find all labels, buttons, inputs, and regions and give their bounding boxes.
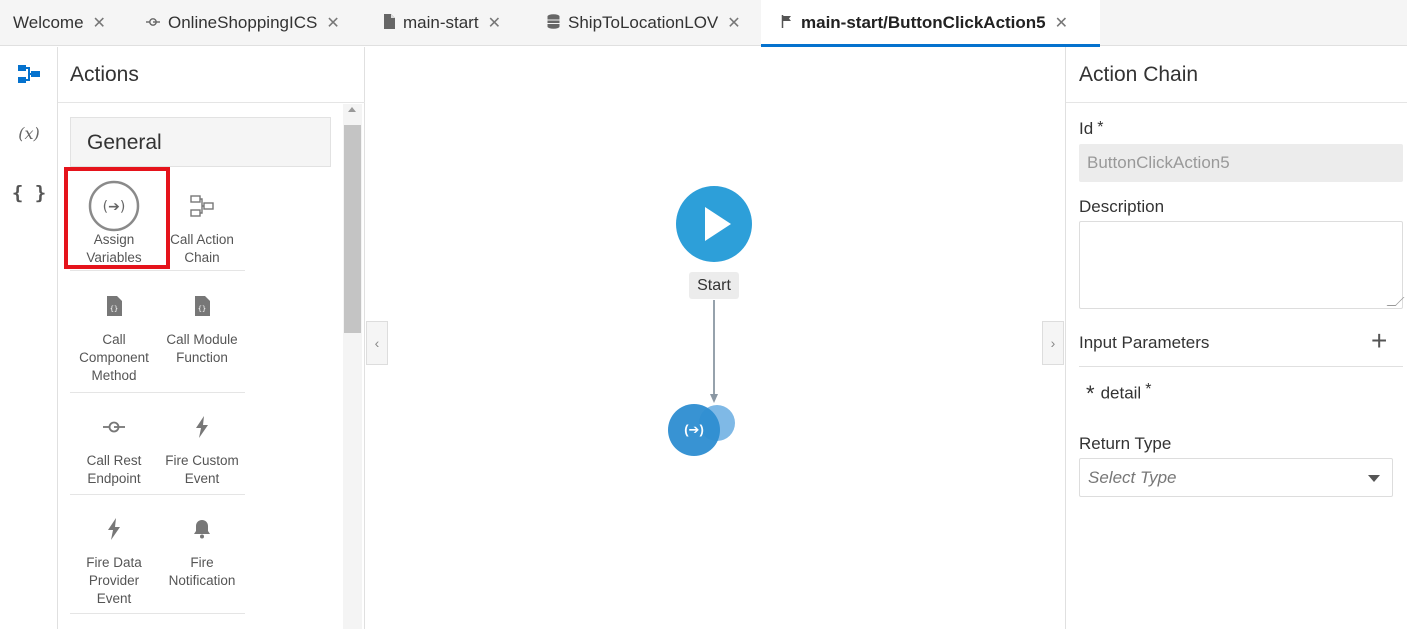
- properties-title: Action Chain: [1079, 63, 1199, 86]
- page-icon: [383, 14, 395, 32]
- start-node[interactable]: [676, 186, 752, 262]
- tab-main-start[interactable]: main-start ✕: [383, 0, 501, 46]
- action-chain-canvas[interactable]: Start (➔): [366, 47, 1064, 629]
- resize-handle-icon[interactable]: [1386, 297, 1405, 306]
- return-type-label: Return Type: [1079, 434, 1172, 453]
- chevron-right-icon: ›: [1050, 335, 1056, 351]
- actions-palette: Actions General (➔) Assign Variables Call…: [58, 47, 365, 629]
- database-icon: [547, 14, 560, 32]
- action-label: Call Rest Endpoint: [86, 453, 142, 486]
- id-label: Id *: [1079, 119, 1104, 138]
- action-label: Fire Notification: [168, 555, 236, 588]
- tab-label: main-start: [403, 13, 479, 32]
- divider: [70, 494, 245, 495]
- close-icon[interactable]: ✕: [727, 13, 740, 33]
- scrollbar-thumb[interactable]: [344, 125, 361, 333]
- tab-label: Welcome: [13, 13, 84, 32]
- file-code-icon: {}: [70, 285, 158, 327]
- svg-text:(➔): (➔): [103, 199, 126, 215]
- collapse-right-panel-button[interactable]: ›: [1042, 321, 1064, 365]
- assign-variables-node[interactable]: (➔): [668, 404, 720, 456]
- divider: [70, 270, 245, 271]
- required-asterisk-icon: *: [1086, 381, 1095, 406]
- description-label: Description: [1079, 197, 1165, 216]
- action-fire-data-provider-event[interactable]: Fire Data Provider Event: [70, 508, 158, 608]
- close-icon[interactable]: ✕: [1055, 13, 1068, 33]
- action-label: Fire Custom Event: [165, 453, 239, 486]
- file-code-icon: {}: [158, 285, 246, 327]
- variables-icon[interactable]: (x): [0, 113, 58, 153]
- left-icon-rail: (x) { }: [0, 47, 58, 629]
- action-call-module-function[interactable]: {} Call Module Function: [158, 285, 246, 367]
- tab-label: main-start/ButtonClickAction5: [801, 13, 1046, 32]
- divider: [1066, 102, 1407, 103]
- action-fire-custom-event[interactable]: Fire Custom Event: [158, 406, 246, 488]
- collapse-left-panel-button[interactable]: ‹: [366, 321, 388, 365]
- lightning-icon: [70, 508, 158, 550]
- action-call-rest-endpoint[interactable]: Call Rest Endpoint: [70, 406, 158, 488]
- tab-welcome[interactable]: Welcome ✕: [13, 0, 106, 46]
- close-icon[interactable]: ✕: [488, 13, 501, 33]
- action-fire-notification[interactable]: Fire Notification: [158, 508, 246, 590]
- close-icon[interactable]: ✕: [326, 13, 339, 33]
- divider: [1079, 366, 1403, 367]
- service-connection-icon: [146, 16, 160, 31]
- svg-text:{}: {}: [110, 305, 118, 313]
- action-label: Call Action Chain: [170, 232, 234, 265]
- close-icon[interactable]: ✕: [93, 13, 106, 33]
- divider: [70, 392, 245, 393]
- action-call-action-chain[interactable]: Call Action Chain: [158, 185, 246, 267]
- category-label: General: [87, 131, 162, 154]
- svg-text:{}: {}: [198, 305, 206, 313]
- divider: [58, 102, 365, 103]
- start-label: Start: [689, 272, 739, 299]
- rest-endpoint-icon: [70, 406, 158, 448]
- action-label: Fire Data Provider Event: [86, 555, 142, 606]
- action-assign-variables[interactable]: (➔) Assign Variables: [70, 180, 158, 267]
- lightning-icon: [158, 406, 246, 448]
- chevron-down-icon: [1368, 475, 1380, 482]
- tab-onlineshoppingics[interactable]: OnlineShoppingICS ✕: [146, 0, 340, 46]
- add-parameter-button[interactable]: +: [1371, 327, 1387, 355]
- parameter-detail[interactable]: * detail *: [1086, 381, 1151, 407]
- action-label: Call Module Function: [166, 332, 238, 365]
- scroll-up-arrow-icon[interactable]: [348, 107, 356, 112]
- tab-label: ShipToLocationLOV: [568, 13, 719, 32]
- action-label: Call Component Method: [79, 332, 149, 383]
- properties-panel: Action Chain Id * ButtonClickAction5 Desc…: [1065, 47, 1407, 629]
- category-general[interactable]: General: [70, 117, 331, 167]
- action-label: Assign Variables: [86, 232, 142, 265]
- assign-variables-icon: (➔): [70, 180, 158, 232]
- connector-arrow: [710, 394, 718, 403]
- id-field[interactable]: ButtonClickAction5: [1079, 144, 1403, 182]
- tab-label: OnlineShoppingICS: [168, 13, 318, 32]
- divider: [70, 613, 245, 614]
- assign-variables-icon: (➔): [684, 422, 704, 437]
- input-parameters-label: Input Parameters: [1079, 333, 1210, 352]
- tab-shiptolocationlov[interactable]: ShipToLocationLOV ✕: [547, 0, 741, 46]
- actions-palette-icon[interactable]: [0, 54, 58, 94]
- json-braces-icon[interactable]: { }: [0, 173, 58, 213]
- flag-icon: [781, 15, 793, 31]
- palette-title: Actions: [70, 63, 139, 86]
- description-field[interactable]: [1079, 221, 1405, 309]
- bell-icon: [158, 508, 246, 550]
- tab-main-start-buttonclickaction5[interactable]: main-start/ButtonClickAction5 ✕: [761, 0, 1100, 47]
- action-call-component-method[interactable]: {} Call Component Method: [70, 285, 158, 385]
- return-type-select[interactable]: Select Type: [1079, 458, 1393, 497]
- chevron-left-icon: ‹: [374, 335, 380, 351]
- editor-tab-bar: Welcome ✕ OnlineShoppingICS ✕ main-start…: [0, 0, 1407, 47]
- play-icon: [705, 207, 731, 241]
- call-action-chain-icon: [158, 185, 246, 227]
